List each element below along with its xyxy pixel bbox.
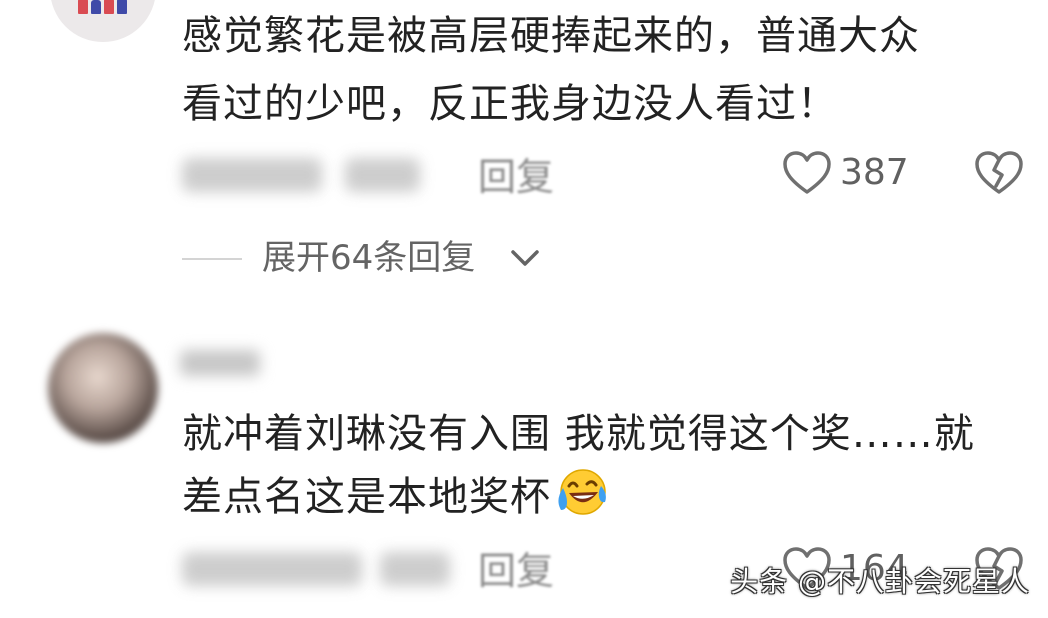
laughing-crying-emoji-icon: [558, 469, 606, 515]
broken-heart-icon[interactable]: [974, 150, 1024, 196]
commenter-avatar[interactable]: [50, 0, 156, 42]
like-button[interactable]: 387: [782, 150, 909, 196]
blurred-timestamp: [182, 552, 362, 586]
comment-thread: 感觉繁花是被高层硬捧起来的，普通大众 看过的少吧，反正我身边没人看过！ 回复 3…: [0, 0, 1048, 618]
reply-button[interactable]: 回复: [478, 146, 554, 201]
chevron-down-icon[interactable]: [510, 248, 540, 268]
blurred-location: [345, 158, 420, 192]
expand-replies-button[interactable]: 展开64条回复: [262, 236, 475, 280]
comment-text-line: 就冲着刘琳没有入围 我就觉得这个奖……就: [182, 411, 975, 457]
like-count: 387: [840, 152, 909, 193]
reply-button[interactable]: 回复: [478, 540, 554, 595]
expand-divider: [182, 258, 242, 260]
watermark: 头条 @不八卦会死星人: [730, 565, 1030, 598]
blurred-location: [380, 552, 450, 586]
heart-outline-icon: [783, 151, 831, 194]
comment-text-line: 感觉繁花是被高层硬捧起来的，普通大众: [182, 13, 920, 59]
blurred-username: [180, 350, 260, 376]
comment-text: 差点名这是本地奖杯: [182, 474, 551, 520]
comment-text-line: 差点名这是本地奖杯: [182, 466, 609, 527]
comment-text-line: 看过的少吧，反正我身边没人看过！: [182, 81, 838, 127]
blurred-timestamp: [182, 158, 322, 192]
commenter-avatar[interactable]: [48, 333, 158, 443]
